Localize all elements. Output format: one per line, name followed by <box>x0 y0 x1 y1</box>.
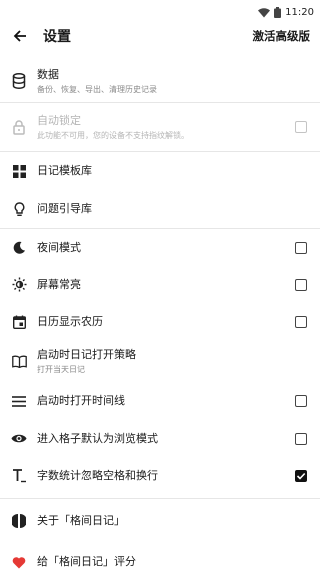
settings-row-data[interactable]: 数据 备份、恢复、导出、清理历史记录 <box>0 60 320 102</box>
status-bar: 11:20 <box>0 0 320 18</box>
page-title: 设置 <box>43 29 71 45</box>
keep-screen-on-checkbox[interactable] <box>295 278 307 291</box>
night-mode-checkbox[interactable] <box>295 241 307 254</box>
heart-icon <box>10 553 28 571</box>
row-label: 夜间模式 <box>37 240 81 254</box>
settings-row-rate[interactable]: 给「格间日记」评分 <box>0 543 320 581</box>
settings-row-startup-diary-policy[interactable]: 启动时日记打开策略 打开当天日记 <box>0 340 320 382</box>
settings-row-startup-timeline[interactable]: 启动时打开时间线 <box>0 382 320 420</box>
book-icon <box>10 352 28 370</box>
menu-lines-icon <box>10 392 28 410</box>
row-label: 给「格间日记」评分 <box>37 555 136 568</box>
eye-icon <box>10 430 28 448</box>
row-subtitle: 打开当天日记 <box>37 364 85 374</box>
row-label: 问题引导库 <box>37 202 92 215</box>
settings-row-word-count[interactable]: 字数统计忽略空格和换行 <box>0 457 320 494</box>
settings-row-auto-lock[interactable]: 自动锁定 此功能不可用，您的设备不支持指纹解锁。 <box>0 103 320 151</box>
startup-timeline-checkbox[interactable] <box>295 395 307 407</box>
settings-row-question-guides[interactable]: 问题引导库 <box>0 190 320 228</box>
brightness-icon <box>10 276 28 294</box>
clock: 11:20 <box>285 7 314 18</box>
text-count-icon <box>10 467 28 485</box>
row-label: 关于「格间日记」 <box>37 514 125 527</box>
settings-row-night-mode[interactable]: 夜间模式 <box>0 229 320 266</box>
app-bar: 设置 激活高级版 <box>0 18 320 54</box>
row-label: 自动锁定 <box>37 113 81 127</box>
row-label: 启动时日记打开策略 <box>37 347 136 361</box>
row-label: 数据 <box>37 67 59 81</box>
lightbulb-icon <box>10 200 28 218</box>
row-label: 日历显示农历 <box>37 314 103 328</box>
moon-icon <box>10 239 28 257</box>
browse-mode-checkbox[interactable] <box>295 432 307 445</box>
lunar-calendar-checkbox[interactable] <box>295 315 307 328</box>
activate-premium-button[interactable]: 激活高级版 <box>253 28 311 44</box>
word-count-checkbox[interactable] <box>295 469 307 482</box>
back-arrow-icon[interactable] <box>10 26 30 46</box>
row-label: 日记模板库 <box>37 164 92 177</box>
row-label: 进入格子默认为浏览模式 <box>37 431 158 445</box>
row-subtitle: 此功能不可用，您的设备不支持指纹解锁。 <box>37 130 189 140</box>
settings-row-keep-screen-on[interactable]: 屏幕常亮 <box>0 266 320 303</box>
database-icon <box>10 72 28 90</box>
row-subtitle: 备份、恢复、导出、清理历史记录 <box>37 84 157 94</box>
settings-row-browse-mode[interactable]: 进入格子默认为浏览模式 <box>0 420 320 457</box>
auto-lock-checkbox[interactable] <box>295 121 307 133</box>
app-logo-icon <box>10 512 28 530</box>
lock-icon <box>10 118 28 136</box>
row-label: 字数统计忽略空格和换行 <box>37 468 158 482</box>
settings-row-diary-templates[interactable]: 日记模板库 <box>0 152 320 190</box>
row-label: 屏幕常亮 <box>37 277 81 291</box>
settings-row-lunar-calendar[interactable]: 日历显示农历 <box>0 303 320 340</box>
row-label: 启动时打开时间线 <box>37 394 125 407</box>
settings-row-about[interactable]: 关于「格间日记」 <box>0 499 320 543</box>
calendar-icon <box>10 313 28 331</box>
grid-icon <box>10 162 28 180</box>
